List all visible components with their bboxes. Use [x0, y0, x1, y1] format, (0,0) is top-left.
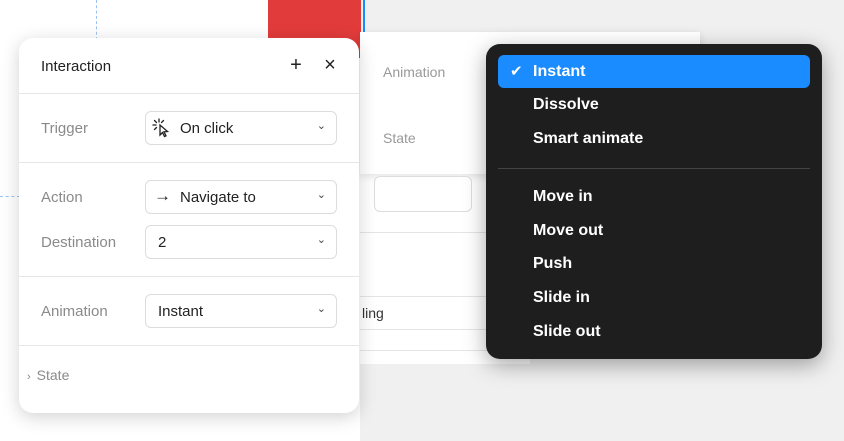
menu-item-label: Move in: [533, 188, 593, 205]
menu-item-slide-in[interactable]: Slide in: [498, 281, 810, 314]
trigger-value: On click: [180, 120, 234, 137]
divider: [19, 345, 359, 346]
animation-dropdown-menu: ✔ Instant Dissolve Smart animate Move in…: [486, 44, 822, 359]
trigger-select[interactable]: On click ⌄: [145, 111, 337, 145]
divider: [19, 162, 359, 163]
tap-cursor-icon: [152, 118, 174, 143]
menu-item-label: Push: [533, 255, 573, 272]
menu-item-push[interactable]: Push: [498, 247, 810, 280]
close-icon[interactable]: ×: [319, 54, 341, 76]
trigger-label: Trigger: [41, 120, 88, 137]
menu-item-move-out[interactable]: Move out: [498, 214, 810, 247]
divider: [19, 276, 359, 277]
popover-title: Interaction: [41, 58, 112, 75]
menu-item-label: Move out: [533, 222, 604, 239]
chevron-down-icon: ⌄: [316, 189, 326, 201]
menu-divider: [498, 168, 810, 169]
destination-label: Destination: [41, 234, 117, 251]
action-select[interactable]: → Navigate to ⌄: [145, 180, 337, 214]
menu-item-label: Smart animate: [533, 130, 644, 147]
action-value: Navigate to: [180, 189, 256, 206]
chevron-right-icon: ›: [27, 371, 31, 383]
chevron-down-icon: ⌄: [316, 303, 326, 315]
animation-value: Instant: [158, 303, 204, 320]
state-section-toggle[interactable]: › State: [27, 367, 69, 383]
state-label: State: [36, 367, 70, 383]
divider: [19, 93, 359, 94]
menu-item-smart-animate[interactable]: Smart animate: [498, 122, 810, 155]
destination-select[interactable]: 2 ⌄: [145, 225, 337, 259]
animation-select[interactable]: Instant ⌄: [145, 294, 337, 328]
menu-item-dissolve[interactable]: Dissolve: [498, 88, 810, 121]
menu-item-label: Dissolve: [533, 96, 599, 113]
menu-item-move-in[interactable]: Move in: [498, 180, 810, 213]
bg-state-label: State: [383, 130, 416, 146]
menu-item-label: Slide out: [533, 323, 601, 340]
menu-item-label: Instant: [533, 63, 586, 80]
guide-line-horizontal: [0, 196, 20, 197]
arrow-right-icon: →: [154, 186, 171, 205]
bg-animation-label: Animation: [383, 64, 446, 80]
action-label: Action: [41, 189, 83, 206]
menu-item-slide-out[interactable]: Slide out: [498, 315, 810, 348]
destination-value: 2: [158, 234, 167, 251]
chevron-down-icon: ⌄: [316, 234, 326, 246]
interaction-popover: Interaction + × Trigger On click ⌄ Actio…: [19, 38, 359, 413]
animation-label: Animation: [41, 303, 108, 320]
chevron-down-icon: ⌄: [316, 120, 326, 132]
plus-icon[interactable]: +: [285, 54, 307, 76]
background-input-field[interactable]: [374, 176, 472, 212]
background-field-text: ling: [362, 305, 384, 321]
guide-line-vertical: [96, 0, 97, 40]
menu-item-instant[interactable]: ✔ Instant: [498, 55, 810, 88]
menu-item-label: Slide in: [533, 289, 590, 306]
checkmark-icon: ✔: [510, 63, 523, 80]
